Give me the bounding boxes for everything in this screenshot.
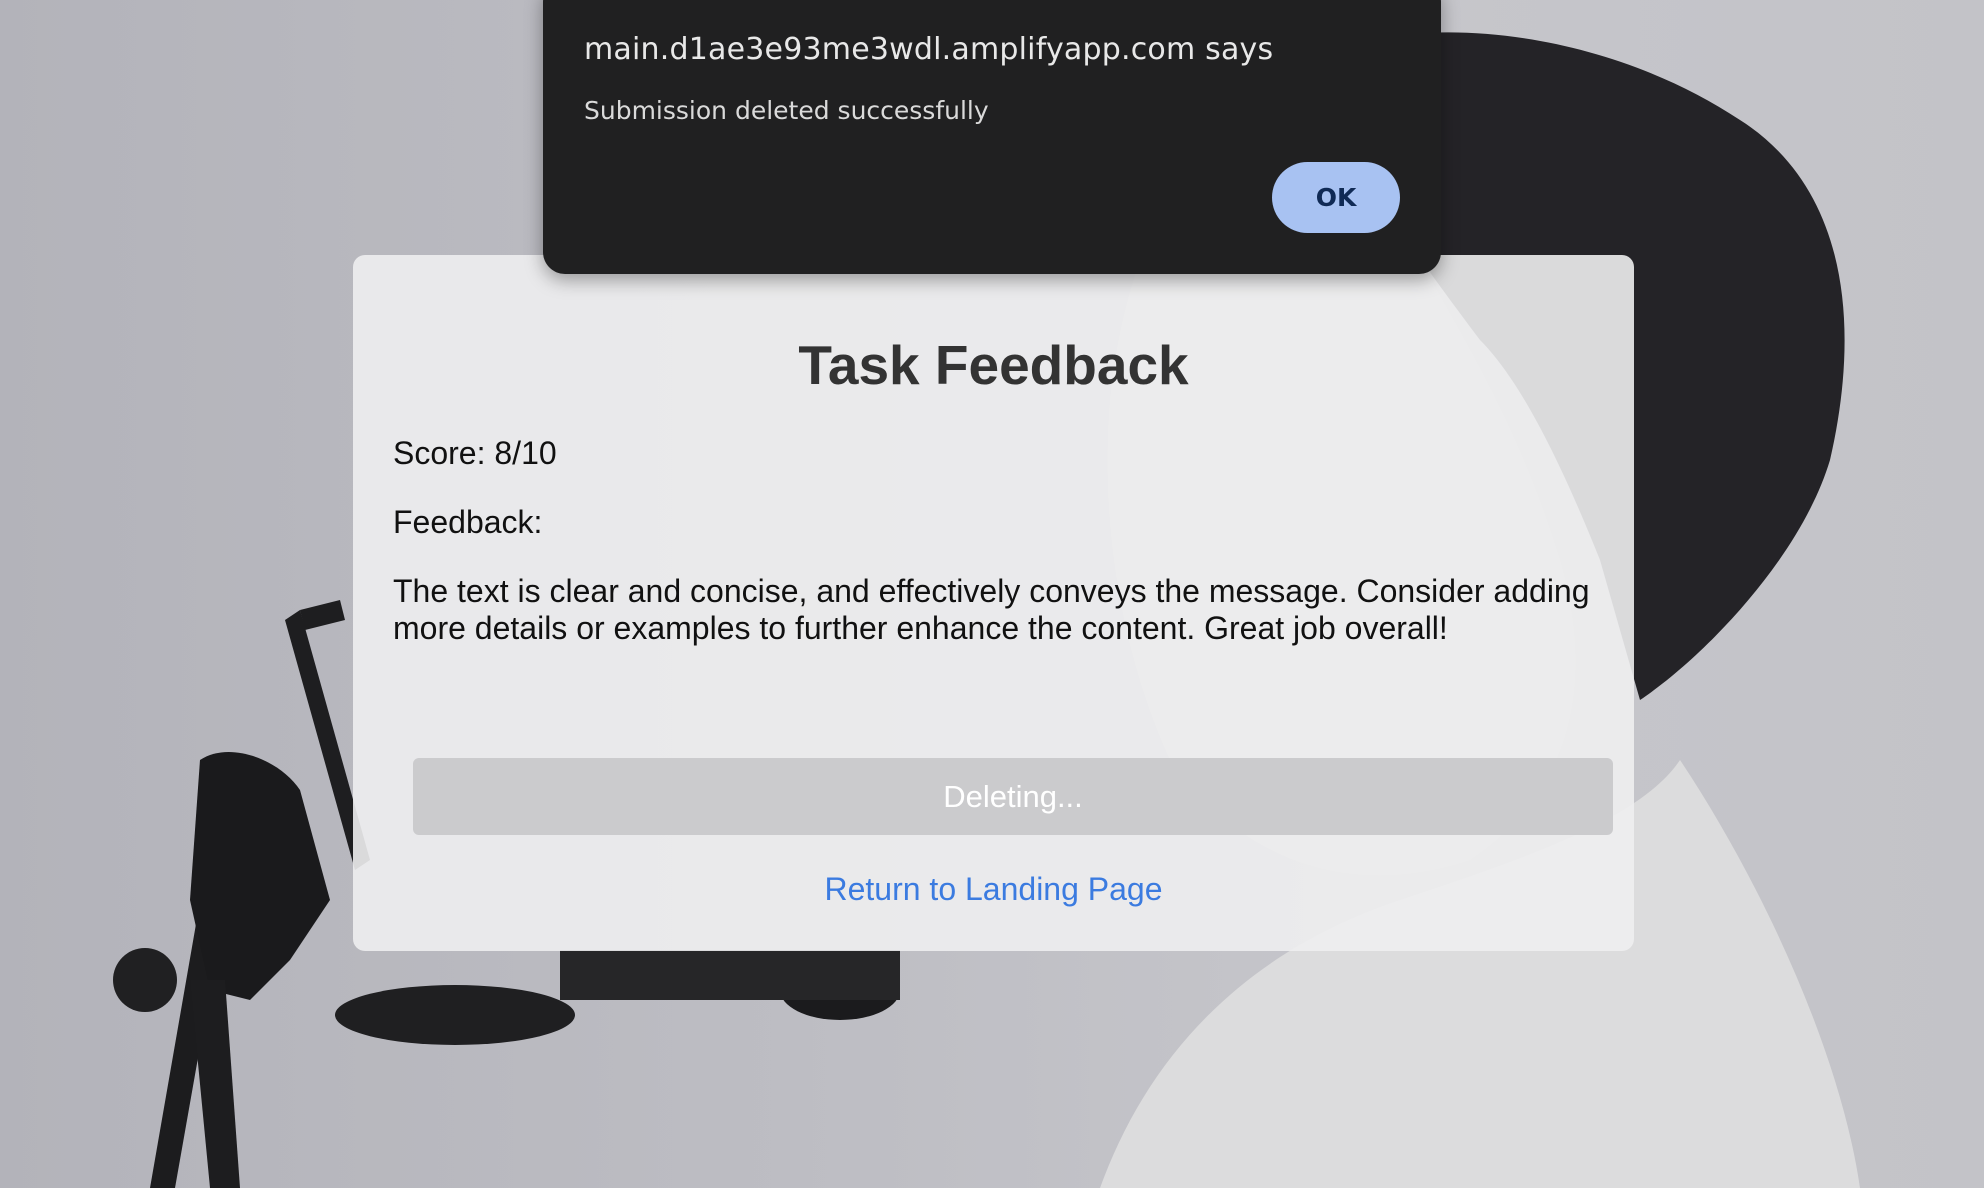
- score-text: Score: 8/10: [393, 435, 557, 471]
- alert-dialog: main.d1ae3e93me3wdl.amplifyapp.com says …: [543, 0, 1441, 274]
- alert-title: main.d1ae3e93me3wdl.amplifyapp.com says: [584, 32, 1274, 67]
- delete-submission-button[interactable]: Deleting...: [413, 758, 1613, 835]
- feedback-label: Feedback:: [393, 504, 543, 540]
- page-title: Task Feedback: [798, 334, 1189, 396]
- feedback-card: Task Feedback Score: 8/10 Feedback: The …: [353, 255, 1634, 951]
- ok-button[interactable]: OK: [1272, 162, 1400, 233]
- alert-message: Submission deleted successfully: [584, 96, 989, 125]
- return-to-landing-link[interactable]: Return to Landing Page: [353, 871, 1634, 908]
- feedback-text: The text is clear and concise, and effec…: [393, 573, 1590, 646]
